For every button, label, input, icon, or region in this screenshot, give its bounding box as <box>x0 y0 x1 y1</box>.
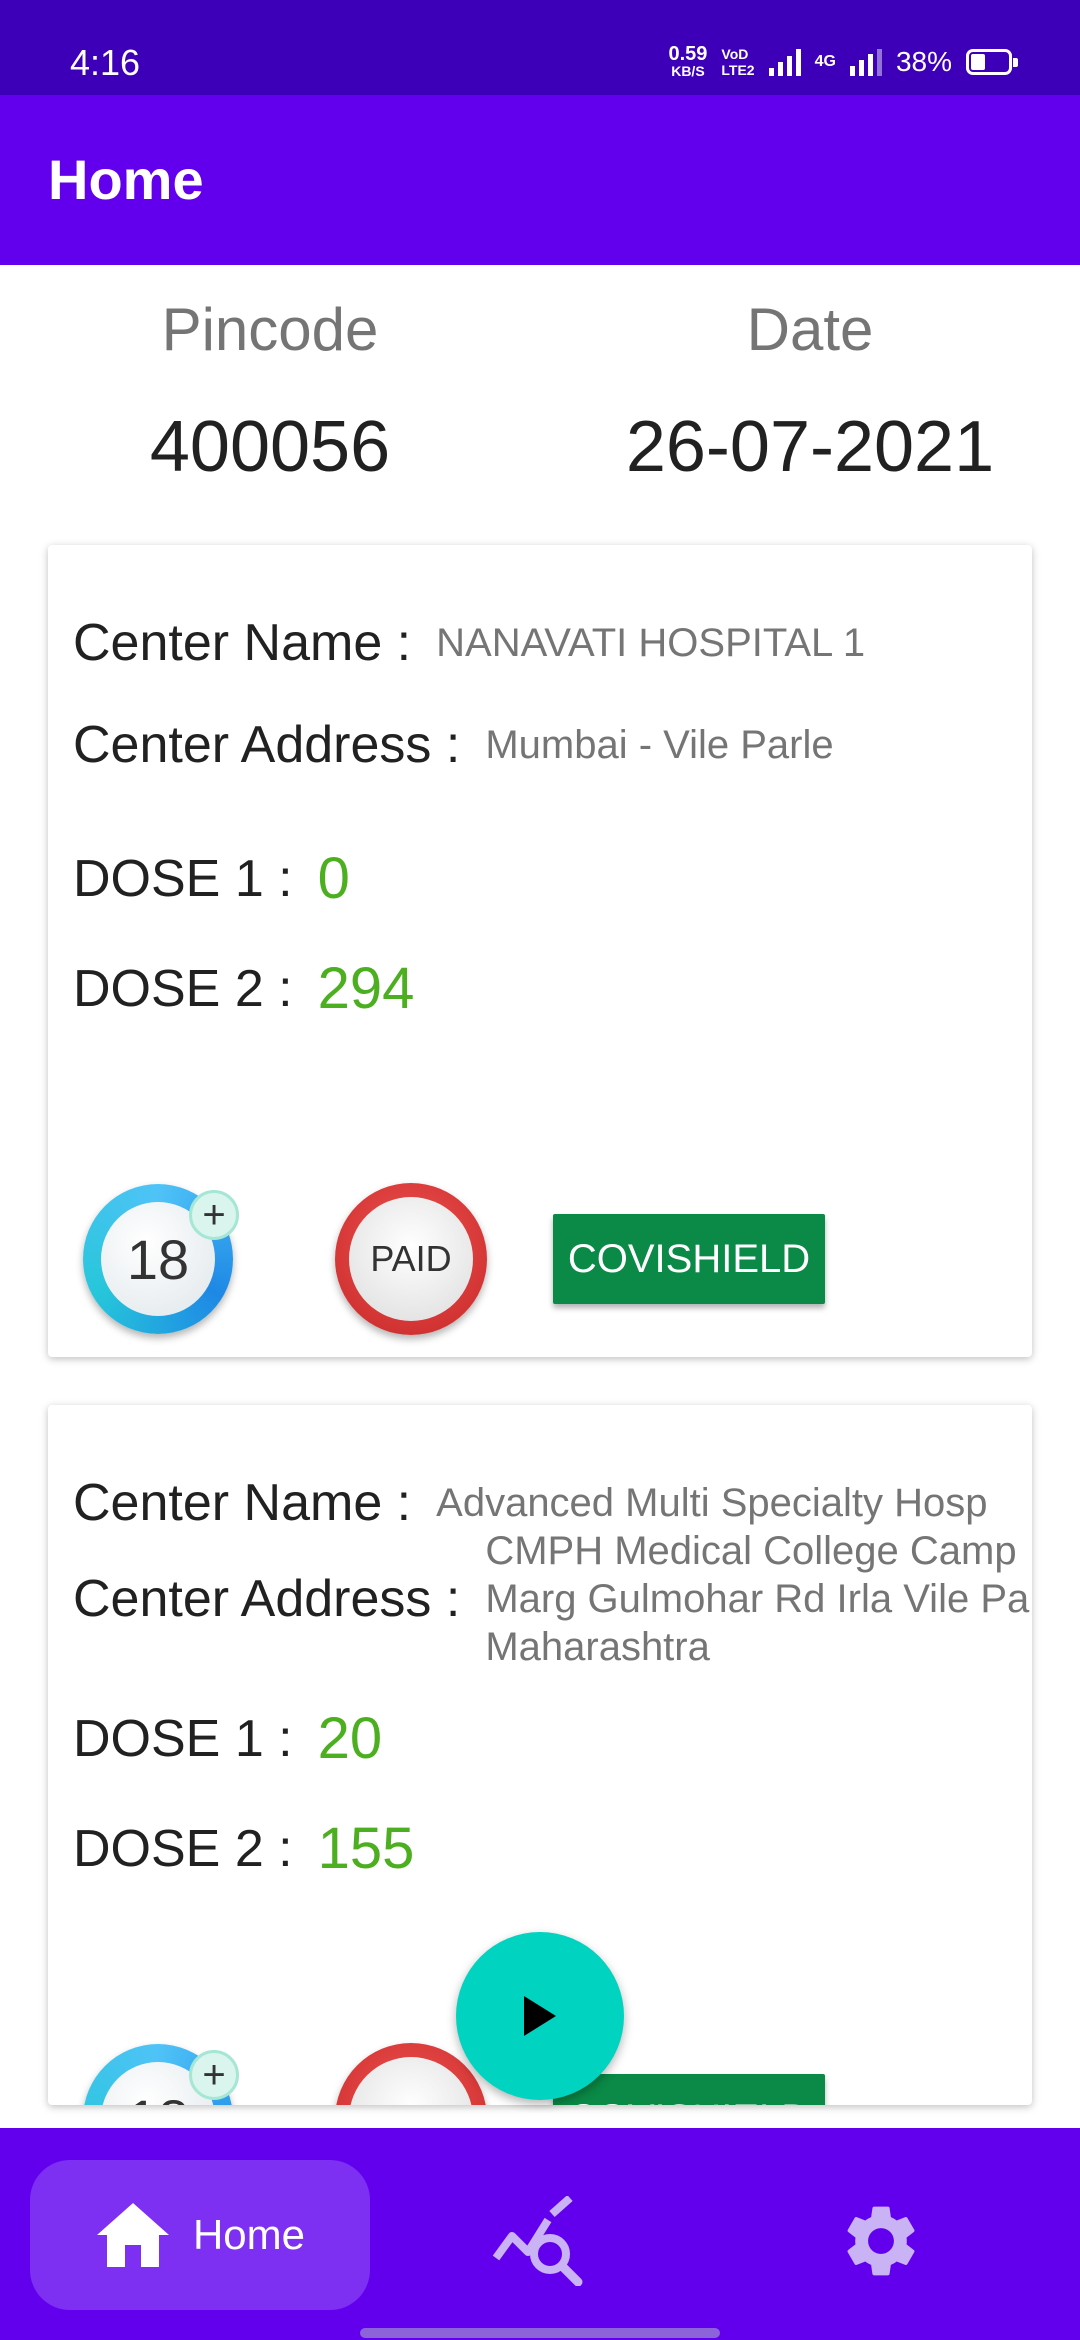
pincode-block: Pincode 400056 <box>0 295 540 488</box>
nav-home-label: Home <box>192 2211 306 2258</box>
gear-icon <box>847 2206 915 2276</box>
center-address-line: Marg Gulmohar Rd Irla Vile Pa <box>485 1577 1030 1621</box>
battery-fill <box>971 53 985 70</box>
center-name-label: Center Name : <box>73 1474 412 1532</box>
paid-badge-icon: PAID <box>335 1183 487 1335</box>
status-icons: 0.59 KB/S VoD LTE2 4G 38% <box>668 44 1018 79</box>
date-value: 26-07-2021 <box>625 407 995 487</box>
signal-icon <box>768 48 801 76</box>
center-address-label: Center Address : <box>73 1570 461 1628</box>
status-bar: 4:16 0.59 KB/S VoD LTE2 4G 38% <box>0 0 1080 95</box>
nav-settings-tab[interactable] <box>838 2198 924 2284</box>
volte-icon: VoD LTE2 <box>721 46 754 78</box>
network-type: 4G <box>814 52 836 70</box>
dose1-value: 20 <box>317 1706 383 1771</box>
network-speed-value: 0.59 <box>668 43 708 65</box>
chart-search-icon <box>492 2195 583 2287</box>
battery-icon <box>966 48 1018 75</box>
center-address-label: Center Address : <box>73 716 461 774</box>
center-address-line: Maharashtra <box>485 1625 710 1669</box>
page-title: Home <box>48 148 204 211</box>
dose2-label: DOSE 2 : <box>73 1819 293 1878</box>
paid-badge-label: PAID <box>349 2057 473 2105</box>
dose2-row: DOSE 2 : 155 <box>73 1815 414 1882</box>
nav-search-tab[interactable] <box>490 2195 590 2287</box>
center-name-row: Center Name : Advanced Multi Specialty H… <box>73 1473 988 1533</box>
play-icon <box>524 1996 556 2036</box>
network-speed-unit: KB/S <box>671 63 705 79</box>
center-address-row: Center Address : Mumbai - Vile Parle <box>73 715 834 775</box>
signal-icon-2 <box>849 48 882 76</box>
age-badge-plus: + <box>189 1190 239 1240</box>
center-name: Advanced Multi Specialty Hosp <box>436 1481 988 1525</box>
dose2-value: 294 <box>317 956 415 1021</box>
pincode-value: 400056 <box>149 407 391 487</box>
center-address: CMPH Medical College Camp Marg Gulmohar … <box>485 1527 1029 1671</box>
paid-badge-label: PAID <box>349 1197 473 1321</box>
center-address-row: Center Address : CMPH Medical College Ca… <box>73 1527 1029 1671</box>
dose1-label: DOSE 1 : <box>73 1709 293 1768</box>
center-card[interactable]: Center Name : NANAVATI HOSPITAL 1 Center… <box>48 545 1032 1357</box>
center-address: Mumbai - Vile Parle <box>485 723 834 767</box>
search-summary: Pincode 400056 Date 26-07-2021 <box>0 265 1080 535</box>
home-icon <box>96 2203 169 2267</box>
age-18-plus-icon: 18 + <box>83 1184 239 1334</box>
volte-top: VoD <box>721 45 749 62</box>
app-bar: Home <box>0 95 1080 265</box>
dose2-label: DOSE 2 : <box>73 959 293 1018</box>
badges-row: 18 + PAID COVISHIELD <box>83 2043 825 2105</box>
date-block: Date 26-07-2021 <box>540 295 1080 488</box>
network-speed: 0.59 KB/S <box>668 44 707 79</box>
dose2-value: 155 <box>317 1816 415 1881</box>
volte-bottom: LTE2 <box>721 61 755 78</box>
date-label: Date <box>746 296 874 363</box>
battery-percent: 38% <box>895 45 952 77</box>
age-18-plus-icon: 18 + <box>83 2044 239 2105</box>
vaccine-badge: COVISHIELD <box>553 1214 825 1304</box>
age-badge-plus: + <box>189 2050 239 2100</box>
center-name-label: Center Name : <box>73 614 412 672</box>
play-button[interactable] <box>456 1932 624 2100</box>
dose1-value: 0 <box>317 846 350 911</box>
bottom-navigation: Home <box>0 2128 1080 2340</box>
status-time: 4:16 <box>70 42 141 83</box>
dose1-row: DOSE 1 : 0 <box>73 845 350 912</box>
center-address-line: CMPH Medical College Camp <box>485 1529 1017 1573</box>
nav-home-tab[interactable]: Home <box>30 2160 370 2310</box>
gesture-bar[interactable] <box>360 2328 720 2338</box>
dose2-row: DOSE 2 : 294 <box>73 955 414 1022</box>
badges-row: 18 + PAID COVISHIELD <box>83 1183 825 1335</box>
dose1-row: DOSE 1 : 20 <box>73 1705 382 1772</box>
pincode-label: Pincode <box>161 296 379 363</box>
center-name-row: Center Name : NANAVATI HOSPITAL 1 <box>73 613 865 673</box>
dose1-label: DOSE 1 : <box>73 849 293 908</box>
center-name: NANAVATI HOSPITAL 1 <box>436 621 866 665</box>
